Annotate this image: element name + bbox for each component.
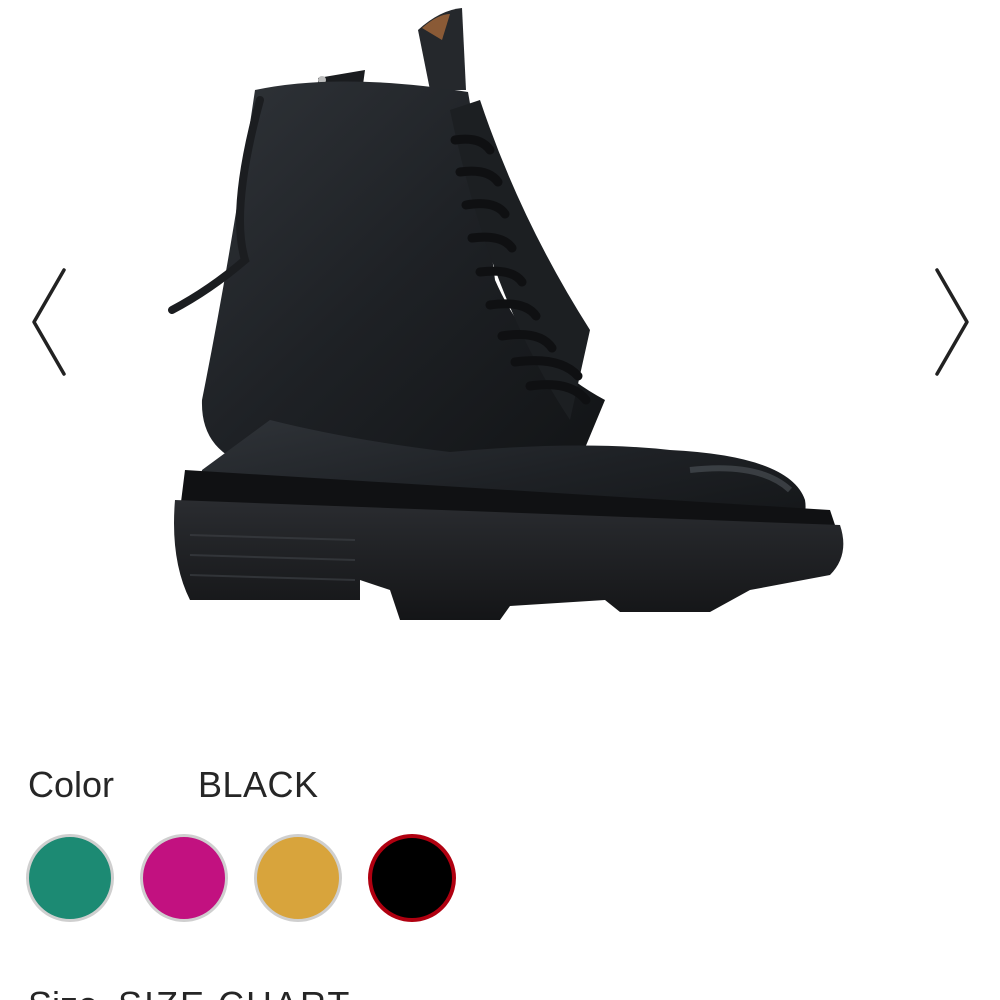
product-image[interactable] [150,0,850,640]
selected-color-value: BLACK [198,764,319,805]
color-swatch-magenta[interactable] [140,834,228,922]
chevron-left-icon[interactable] [20,262,70,382]
color-swatch-teal[interactable] [26,834,114,922]
color-selector-header: Color BLACK [28,760,319,810]
size-chart-link[interactable]: SIZE CHART [118,984,351,1000]
color-label: Color [28,764,115,805]
color-swatches [26,834,456,922]
size-selector-header: Size SIZE CHART [28,984,351,1000]
color-swatch-black[interactable] [368,834,456,922]
product-page: Color BLACK Size SIZE CHART [0,0,1000,1000]
chevron-right-icon[interactable] [925,262,975,382]
color-swatch-mustard[interactable] [254,834,342,922]
product-image-gallery [0,0,1000,700]
size-label: Size [28,984,98,1000]
